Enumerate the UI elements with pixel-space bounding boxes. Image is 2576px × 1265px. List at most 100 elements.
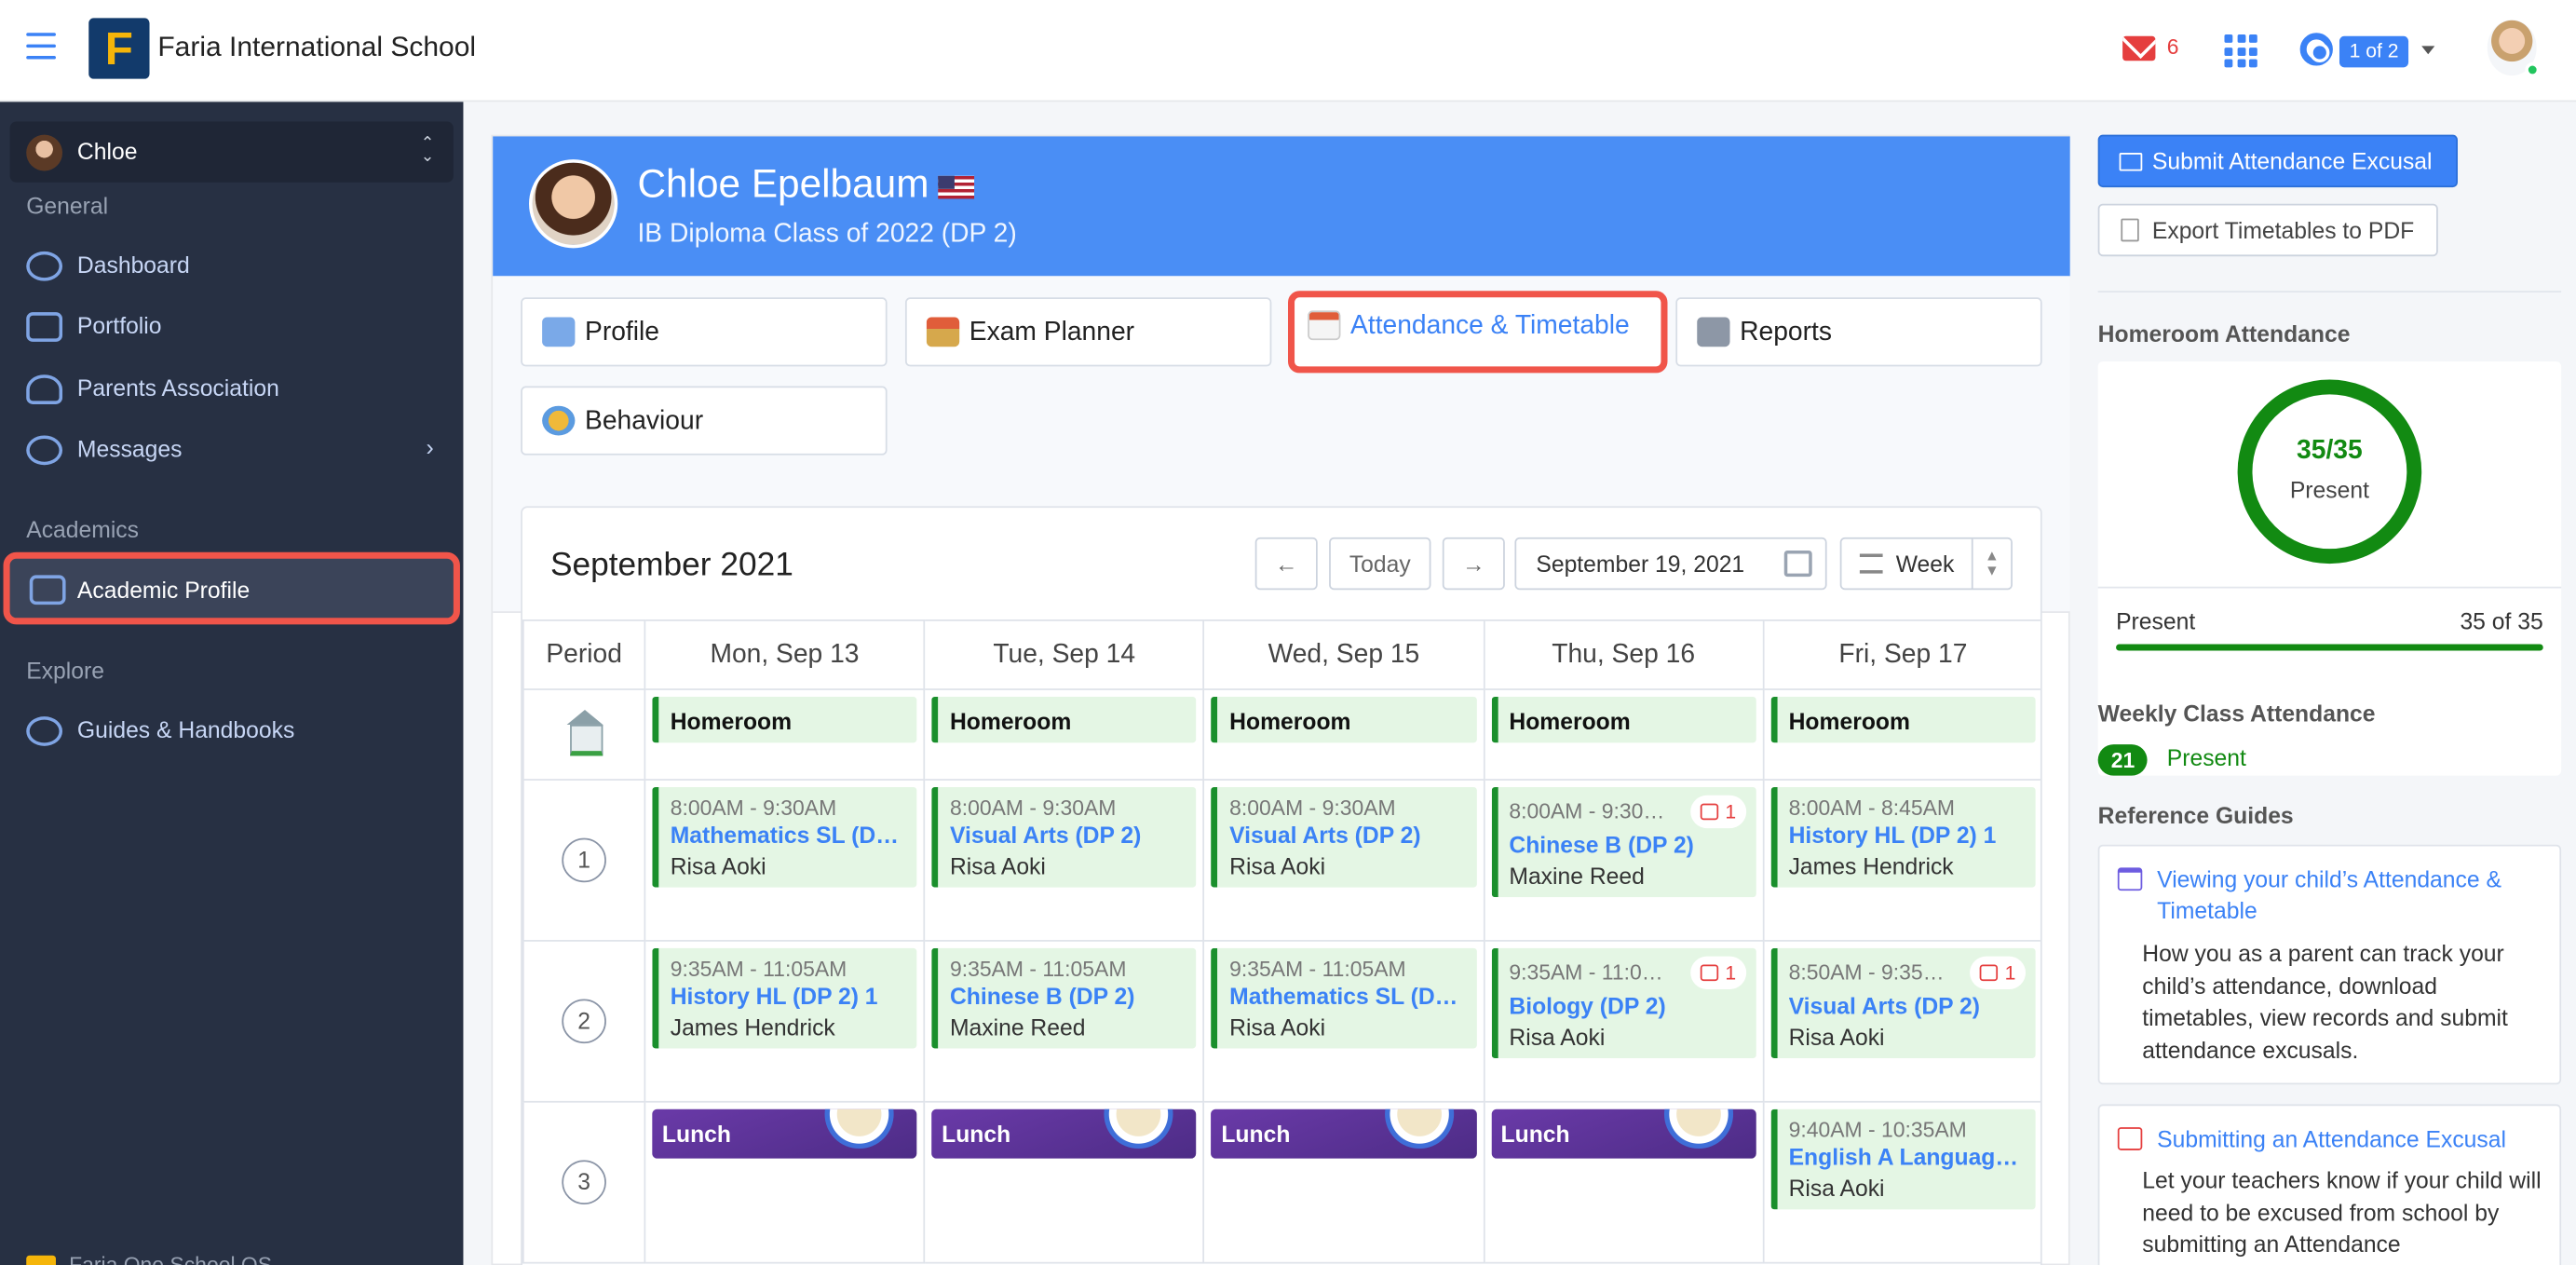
view-select[interactable]: Week ▲ ▼: [1839, 537, 2013, 591]
calendar-month-title: September 2021: [549, 547, 793, 584]
attendance-flag-badge[interactable]: 1: [1970, 956, 2027, 989]
sidebar-item-portfolio[interactable]: Portfolio: [10, 297, 454, 357]
event-class[interactable]: Mathematics SL (DP 2): [671, 822, 906, 848]
class-event[interactable]: 9:40AM - 10:35AMEnglish A Language & Lit…: [1770, 1109, 2036, 1210]
class-event[interactable]: 1 8:00AM - 9:30AM Chinese B (DP 2) Maxine R…: [1490, 786, 1756, 898]
divider: [2097, 586, 2562, 589]
mail-icon[interactable]: [2122, 35, 2156, 61]
child-selector[interactable]: Chloe ⌃ ⌄: [9, 121, 454, 183]
sidebar-item-dashboard[interactable]: Dashboard: [10, 237, 454, 296]
lunch-event[interactable]: Lunch: [652, 1109, 917, 1159]
sidebar-item-label: Academic Profile: [76, 577, 251, 604]
event-class[interactable]: Chinese B (DP 2): [1509, 832, 1744, 858]
homeroom-event[interactable]: Homeroom: [1770, 696, 2036, 743]
event-class[interactable]: Biology (DP 2): [1509, 992, 1744, 1018]
sidebar-item-parents-association[interactable]: Parents Association: [10, 360, 454, 419]
timetable-cell: 8:00AM - 9:30AM Mathematics SL (DP 2) Risa…: [644, 779, 926, 942]
apps-grid-icon[interactable]: [2224, 34, 2257, 68]
event-class[interactable]: Visual Arts (DP 2): [1789, 992, 2025, 1018]
lunch-event[interactable]: Lunch: [1490, 1109, 1756, 1159]
student-name: Chloe Epelbaum: [637, 162, 929, 208]
timetable-cell: 9:40AM - 10:35AMEnglish A Language & Lit…: [1762, 1100, 2040, 1264]
guide-card[interactable]: Submitting an Attendance Excusal Let you…: [2097, 1104, 2562, 1265]
class-event[interactable]: 9:35AM - 11:05AM Mathematics SL (DP 2) Ris…: [1211, 947, 1477, 1049]
event-class[interactable]: Mathematics SL (DP 2): [1229, 983, 1465, 1009]
date-value: September 19, 2021: [1536, 550, 1745, 578]
lunch-event[interactable]: Lunch: [1211, 1109, 1477, 1159]
faria-os-link[interactable]: Faria One School OS: [26, 1252, 355, 1265]
sidebar-item-academic-profile[interactable]: Academic Profile: [3, 551, 460, 625]
menu-icon[interactable]: [26, 33, 56, 60]
prev-week-button[interactable]: ←: [1254, 537, 1318, 591]
weekly-count-badge: 21: [2097, 744, 2149, 776]
homeroom-event[interactable]: Homeroom: [652, 696, 917, 743]
right-panel: Submit Attendance Excusal Export Timetab…: [2086, 102, 2576, 1265]
chevron-updown-icon[interactable]: ▲ ▼: [1971, 538, 2011, 589]
present-label: Present: [2116, 607, 2196, 634]
class-event[interactable]: 8:00AM - 9:30AM Visual Arts (DP 2) Risa Ao…: [1211, 786, 1477, 888]
tab-label: Attendance & Timetable: [1350, 312, 1630, 341]
homeroom-event[interactable]: Homeroom: [1490, 696, 1756, 743]
attendance-ring: 35/35 Present: [2237, 379, 2422, 564]
period-cell: 2: [522, 940, 646, 1103]
people-icon: [26, 374, 63, 404]
lunch-event[interactable]: Lunch: [931, 1109, 1197, 1159]
event-class[interactable]: Visual Arts (DP 2): [1229, 822, 1465, 848]
sidebar-item-guides[interactable]: Guides & Handbooks: [10, 701, 454, 761]
event-teacher: Risa Aoki: [1509, 1023, 1606, 1051]
calendar-alert-icon: [1700, 803, 1719, 821]
event-class[interactable]: History HL (DP 2) 1: [1789, 822, 2025, 848]
homeroom-event[interactable]: Homeroom: [931, 696, 1197, 743]
class-event[interactable]: 8:00AM - 9:30AM Mathematics SL (DP 2) Risa…: [652, 786, 917, 888]
homeroom-icon: [561, 709, 607, 755]
weekly-present-label: Present: [2166, 744, 2246, 771]
submit-excusal-button[interactable]: Submit Attendance Excusal: [2097, 134, 2458, 188]
attendance-flag-badge[interactable]: 1: [1690, 956, 1746, 989]
next-week-button[interactable]: →: [1442, 537, 1505, 591]
sidebar-item-messages[interactable]: Messages ›: [10, 421, 454, 481]
section-general: General: [26, 192, 109, 219]
calendar-icon[interactable]: [1783, 550, 1812, 578]
export-pdf-label: Export Timetables to PDF: [2151, 216, 2415, 244]
class-event[interactable]: 9:35AM - 11:05AM Chinese B (DP 2) Maxine R…: [931, 947, 1197, 1049]
account-switch-badge[interactable]: 1 of 2: [2339, 35, 2409, 68]
event-class[interactable]: History HL (DP 2) 1: [671, 983, 906, 1009]
calendar-icon: [1308, 310, 1341, 341]
date-picker-input[interactable]: September 19, 2021: [1514, 537, 1827, 591]
class-event[interactable]: 8:00AM - 9:30AM Visual Arts (DP 2) Risa Ao…: [931, 786, 1197, 888]
class-event[interactable]: 1 9:35AM - 11:05AM Biology (DP 2) Risa Aoki: [1490, 947, 1756, 1059]
mail-count-badge[interactable]: 6: [2167, 34, 2179, 59]
tab-reports[interactable]: Reports: [1675, 297, 2042, 367]
sidebar-item-label: Dashboard: [76, 251, 190, 279]
homeroom-event[interactable]: Homeroom: [1211, 696, 1477, 743]
today-button[interactable]: Today: [1329, 537, 1431, 591]
class-event[interactable]: 9:35AM - 11:05AM History HL (DP 2) 1 James…: [652, 947, 917, 1049]
period-row: 2 9:35AM - 11:05AM History HL (DP 2) 1 Jam…: [522, 940, 2040, 1103]
export-pdf-button[interactable]: Export Timetables to PDF: [2097, 203, 2438, 257]
tab-profile[interactable]: Profile: [521, 297, 888, 367]
document-icon: [29, 575, 66, 605]
event-time: 9:35AM - 11:05AM: [949, 956, 1127, 982]
guide-title-link[interactable]: Viewing your child’s Attendance & Timeta…: [2157, 864, 2548, 927]
guide-title-link[interactable]: Submitting an Attendance Excusal: [2157, 1124, 2548, 1156]
event-class[interactable]: Visual Arts (DP 2): [950, 822, 1186, 848]
school-logo[interactable]: F: [88, 18, 150, 79]
guides-icon: [26, 716, 63, 746]
support-icon[interactable]: [2299, 33, 2333, 66]
tab-exam-planner[interactable]: Exam Planner: [904, 297, 1272, 367]
tab-behaviour[interactable]: Behaviour: [521, 386, 888, 456]
class-event[interactable]: 8:00AM - 8:45AM History HL (DP 2) 1 James …: [1770, 786, 2036, 888]
class-event[interactable]: 1 8:50AM - 9:35AM Visual Arts (DP 2) Risa A…: [1770, 947, 2036, 1059]
timetable-cell: 9:35AM - 11:05AM Mathematics SL (DP 2) Ris…: [1202, 940, 1485, 1103]
view-value: Week: [1895, 550, 1955, 578]
event-class[interactable]: Chinese B (DP 2): [950, 983, 1186, 1009]
guide-card[interactable]: Viewing your child’s Attendance & Timeta…: [2097, 844, 2562, 1085]
tab-attendance-timetable[interactable]: Attendance & Timetable: [1288, 291, 1668, 374]
attendance-flag-badge[interactable]: 1: [1690, 795, 1746, 829]
event-class[interactable]: English A Language & Literature: [1789, 1144, 2025, 1170]
us-flag-icon: [939, 175, 975, 198]
chevron-down-icon[interactable]: [2421, 46, 2435, 55]
day-header: Fri, Sep 17: [1762, 619, 2040, 690]
chat-icon: [26, 435, 63, 466]
timetable-grid: Period Mon, Sep 13 Tue, Sep 14 Wed, Sep …: [522, 619, 2040, 1264]
